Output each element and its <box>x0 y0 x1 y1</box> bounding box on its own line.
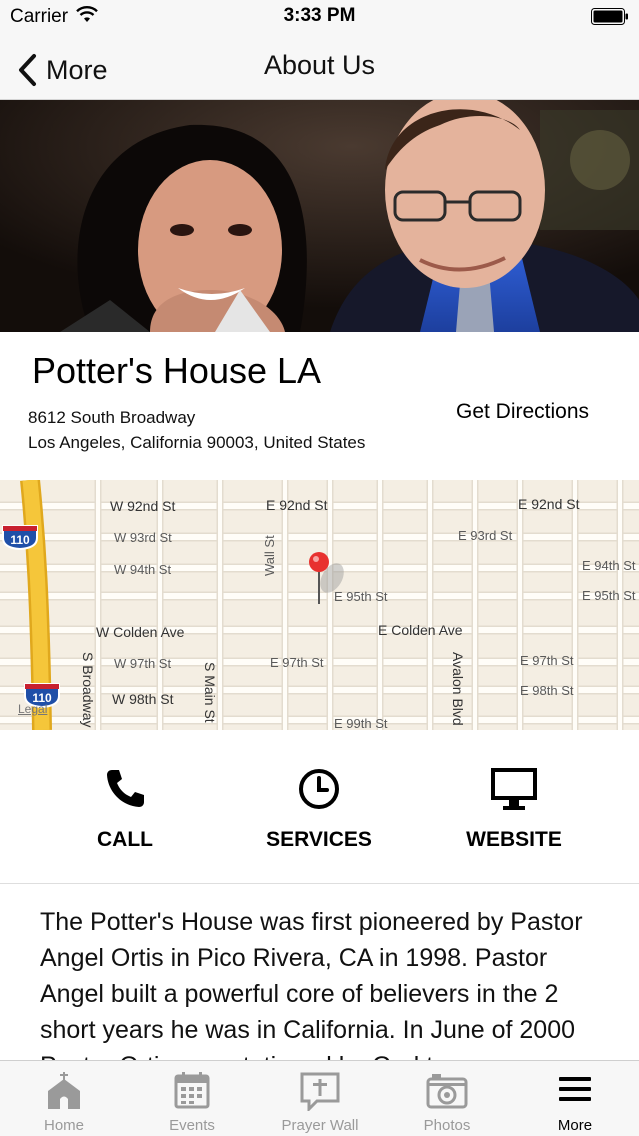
tab-label: Events <box>169 1117 215 1134</box>
church-icon <box>48 1072 80 1109</box>
street-label: E 98th St <box>520 683 574 698</box>
action-row: CALL SERVICES WEBSITE <box>0 730 639 884</box>
tab-events[interactable]: Events <box>128 1061 256 1136</box>
church-name: Potter's House LA <box>32 350 322 391</box>
get-directions-button[interactable]: Get Directions <box>456 400 589 424</box>
call-label: CALL <box>97 828 153 851</box>
street-label: E 97th St <box>270 655 324 670</box>
tab-prayer-wall[interactable]: Prayer Wall <box>256 1061 384 1136</box>
status-time: 3:33 PM <box>283 5 356 26</box>
services-button[interactable]: SERVICES <box>239 730 399 884</box>
street-label: S Main St <box>202 662 218 723</box>
highway-number: 110 <box>10 533 30 547</box>
street-label: E Colden Ave <box>378 622 463 638</box>
calendar-icon <box>174 1072 210 1109</box>
street-label: W 97th St <box>114 656 172 671</box>
location-map[interactable]: W 92nd St E 92nd St E 92nd St W 93rd St … <box>0 480 639 730</box>
street-label: E 92nd St <box>518 496 580 512</box>
street-label: E 99th St <box>334 716 388 730</box>
street-label: E 93rd St <box>458 528 513 543</box>
monitor-icon <box>491 768 537 810</box>
navigation-bar: More About Us <box>0 40 639 100</box>
call-button[interactable]: CALL <box>45 730 205 884</box>
website-label: WEBSITE <box>466 828 562 851</box>
street-label: W 94th St <box>114 562 172 577</box>
street-label: W Colden Ave <box>96 624 185 640</box>
pastors-photo <box>0 100 639 332</box>
services-label: SERVICES <box>266 828 372 851</box>
church-info: Potter's House LA 8612 South Broadway Lo… <box>0 332 639 480</box>
address-line-1: 8612 South Broadway <box>28 408 196 427</box>
tab-label: Photos <box>423 1117 471 1134</box>
back-button[interactable]: More <box>16 50 108 90</box>
clock-icon <box>299 769 339 809</box>
street-label: E 94th St <box>582 558 636 573</box>
street-label: E 97th St <box>520 653 574 668</box>
street-label: W 98th St <box>112 691 174 707</box>
chevron-left-icon <box>19 54 36 86</box>
battery-icon <box>591 8 628 25</box>
street-label: W 92nd St <box>110 498 176 514</box>
street-label: Wall St <box>262 535 277 576</box>
tab-label: Prayer Wall <box>281 1117 359 1134</box>
highway-shield-icon: 110 <box>1 525 38 550</box>
about-description: The Potter's House was first pioneered b… <box>40 908 583 1060</box>
street-label: S Broadway <box>80 652 96 728</box>
tab-home[interactable]: Home <box>0 1061 128 1136</box>
map-legal-link[interactable]: Legal <box>18 702 47 716</box>
tab-more[interactable]: More <box>511 1061 639 1136</box>
camera-icon <box>426 1074 468 1109</box>
tab-label: More <box>557 1117 593 1134</box>
address-line-2: Los Angeles, California 90003, United St… <box>28 433 366 452</box>
street-label: Avalon Blvd <box>450 652 466 726</box>
status-bar: Carrier 3:33 PM <box>0 0 639 40</box>
tab-photos[interactable]: Photos <box>383 1061 511 1136</box>
street-label: E 95th St <box>334 589 388 604</box>
street-label: E 92nd St <box>266 497 328 513</box>
tab-label: Home <box>43 1117 84 1134</box>
street-label: E 95th St <box>582 588 636 603</box>
menu-icon <box>559 1077 591 1101</box>
website-button[interactable]: WEBSITE <box>434 730 594 884</box>
phone-icon <box>107 770 144 807</box>
back-label: More <box>46 54 108 85</box>
prayer-wall-icon <box>300 1072 340 1111</box>
street-label: W 93rd St <box>114 530 172 545</box>
tab-bar: Home Events Prayer Wall Photos More <box>0 1060 639 1136</box>
